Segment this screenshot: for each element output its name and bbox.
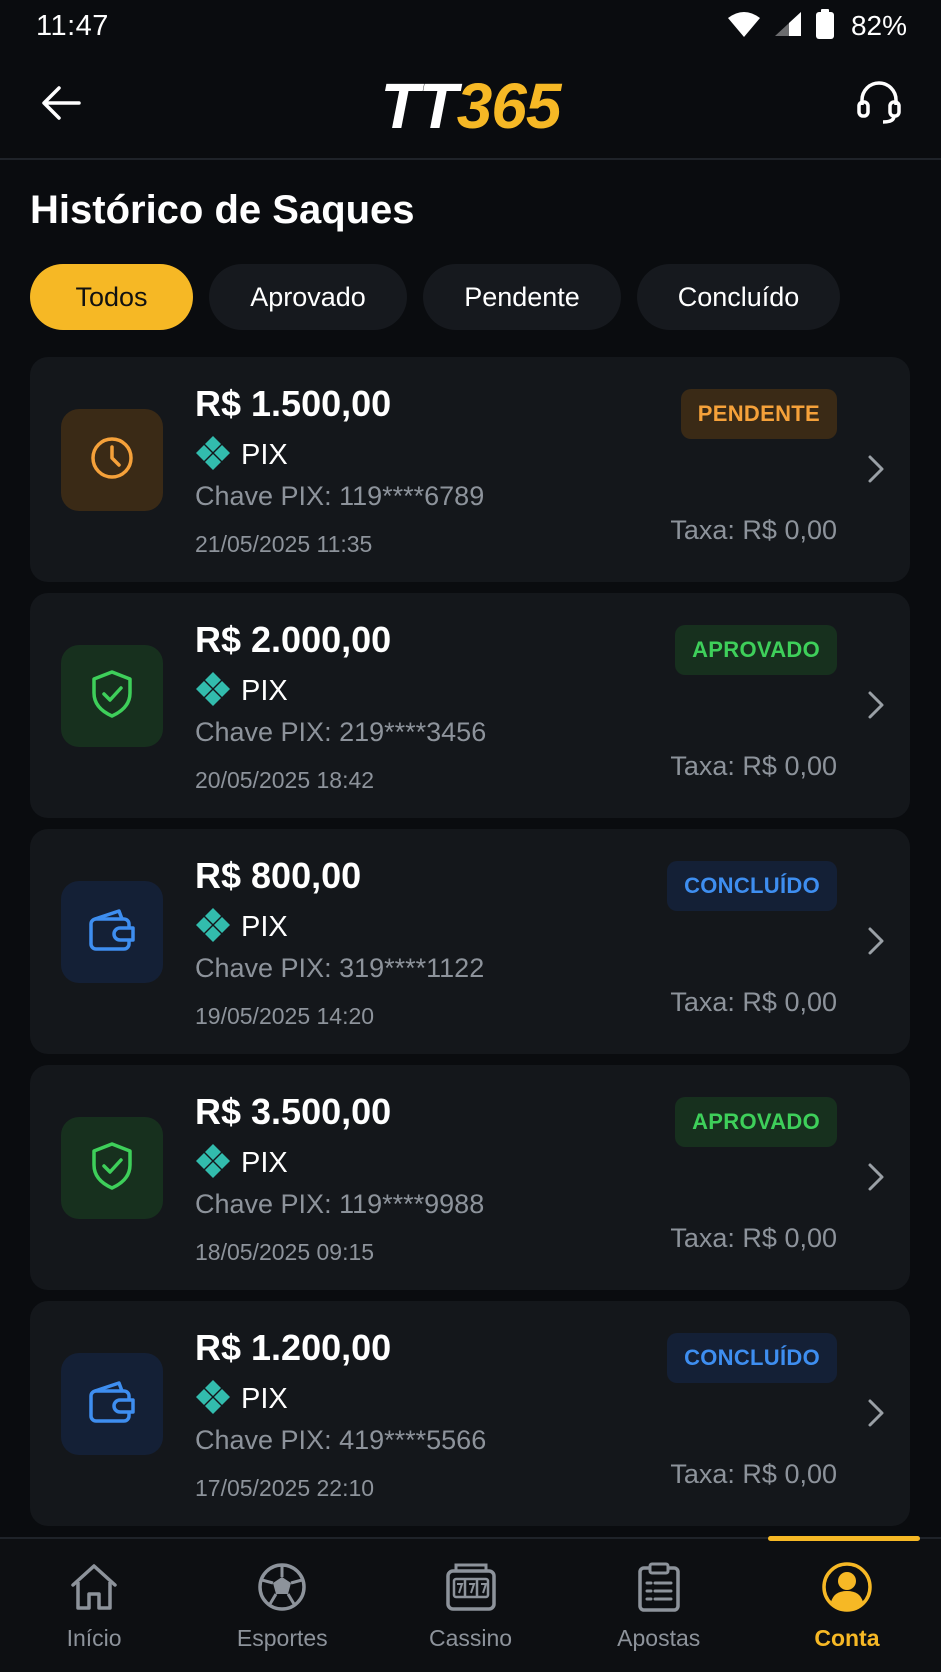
app-header: TT365 xyxy=(0,52,941,160)
withdrawal-amount: R$ 1.200,00 xyxy=(195,1327,392,1368)
nav-item-conta[interactable]: Conta xyxy=(753,1539,941,1672)
payment-method-label: PIX xyxy=(241,1147,288,1179)
pix-icon xyxy=(195,1379,231,1420)
payment-method: PIX xyxy=(195,435,288,476)
pix-key: Chave PIX: 119****6789 xyxy=(195,481,485,511)
withdrawal-fee: Taxa: R$ 0,00 xyxy=(670,1223,837,1253)
chevron-right-icon xyxy=(864,1159,888,1195)
pix-icon xyxy=(195,435,231,476)
withdrawal-fee: Taxa: R$ 0,00 xyxy=(670,1459,837,1489)
status-icons: 82% xyxy=(727,8,907,44)
chevron-right-icon xyxy=(864,923,888,959)
battery-icon xyxy=(815,8,835,44)
wallet-icon xyxy=(87,1379,137,1430)
payment-method-label: PIX xyxy=(241,675,288,707)
payment-method: PIX xyxy=(195,1143,288,1184)
nav-label: Conta xyxy=(814,1625,880,1651)
clock-icon xyxy=(88,434,136,487)
brand-logo: TT365 xyxy=(0,72,941,140)
pix-key: Chave PIX: 319****1122 xyxy=(195,953,485,983)
active-tab-indicator xyxy=(768,1536,920,1541)
withdrawal-fee: Taxa: R$ 0,00 xyxy=(670,751,837,781)
filter-tab-concluido[interactable]: Concluído xyxy=(637,264,840,330)
withdrawal-amount: R$ 1.500,00 xyxy=(195,383,392,424)
filter-tabs: Todos Aprovado Pendente Concluído xyxy=(30,264,840,330)
soccer-ball-icon xyxy=(254,1559,310,1615)
status-badge: CONCLUÍDO xyxy=(667,1333,837,1383)
pix-key: Chave PIX: 419****5566 xyxy=(195,1425,487,1455)
status-icon-box xyxy=(61,1117,163,1219)
wifi-icon xyxy=(727,10,761,43)
status-time: 11:47 xyxy=(36,9,109,42)
withdrawal-amount: R$ 3.500,00 xyxy=(195,1091,392,1132)
withdrawal-date: 20/05/2025 18:42 xyxy=(195,767,375,793)
nav-item-apostas[interactable]: Apostas xyxy=(565,1539,753,1672)
withdrawal-list: R$ 1.500,00 PIX Chave PIX: 119****6789 2… xyxy=(30,357,910,1537)
chevron-right-icon xyxy=(864,1395,888,1431)
payment-method: PIX xyxy=(195,1379,288,1420)
nav-label: Início xyxy=(66,1625,122,1651)
user-icon xyxy=(819,1559,875,1615)
status-icon-box xyxy=(61,645,163,747)
withdrawal-card[interactable]: R$ 1.200,00 PIX Chave PIX: 419****5566 1… xyxy=(30,1301,910,1526)
slot-machine-icon xyxy=(443,1559,499,1615)
withdrawal-fee: Taxa: R$ 0,00 xyxy=(670,515,837,545)
withdrawal-card[interactable]: R$ 2.000,00 PIX Chave PIX: 219****3456 2… xyxy=(30,593,910,818)
withdrawal-card[interactable]: R$ 3.500,00 PIX Chave PIX: 119****9988 1… xyxy=(30,1065,910,1290)
headset-icon xyxy=(856,79,902,130)
nav-item-inicio[interactable]: Início xyxy=(0,1539,188,1672)
withdrawal-date: 21/05/2025 11:35 xyxy=(195,531,373,557)
withdrawal-card[interactable]: R$ 1.500,00 PIX Chave PIX: 119****6789 2… xyxy=(30,357,910,582)
pix-icon xyxy=(195,671,231,712)
payment-method: PIX xyxy=(195,671,288,712)
chevron-right-icon xyxy=(864,687,888,723)
logo-text-365: 365 xyxy=(456,70,562,142)
battery-percent: 82% xyxy=(850,10,907,41)
withdrawal-amount: R$ 800,00 xyxy=(195,855,362,896)
shield-check-icon xyxy=(88,669,136,724)
bottom-nav: Início Esportes Cassino Apostas Conta xyxy=(0,1536,941,1672)
status-badge: CONCLUÍDO xyxy=(667,861,837,911)
status-badge: PENDENTE xyxy=(680,389,837,439)
withdrawal-fee: Taxa: R$ 0,00 xyxy=(670,987,837,1017)
pix-key: Chave PIX: 219****3456 xyxy=(195,717,487,747)
filter-tab-pendente[interactable]: Pendente xyxy=(423,264,621,330)
pix-icon xyxy=(195,1143,231,1184)
withdrawal-amount: R$ 2.000,00 xyxy=(195,619,392,660)
status-icon-box xyxy=(61,1353,163,1455)
page-title: Histórico de Saques xyxy=(30,188,415,232)
filter-tab-aprovado[interactable]: Aprovado xyxy=(209,264,407,330)
wallet-icon xyxy=(87,907,137,958)
home-icon xyxy=(66,1559,122,1615)
withdrawal-date: 17/05/2025 22:10 xyxy=(195,1475,375,1501)
support-button[interactable] xyxy=(853,78,905,130)
signal-icon xyxy=(773,10,803,43)
status-badge: APROVADO xyxy=(675,1097,837,1147)
nav-label: Esportes xyxy=(236,1625,328,1651)
payment-method: PIX xyxy=(195,907,288,948)
logo-text-tt: TT xyxy=(380,70,458,142)
filter-tab-todos[interactable]: Todos xyxy=(30,264,193,330)
nav-label: Apostas xyxy=(617,1625,701,1651)
nav-label: Cassino xyxy=(428,1625,513,1651)
pix-key: Chave PIX: 119****9988 xyxy=(195,1189,485,1219)
nav-item-cassino[interactable]: Cassino xyxy=(376,1539,564,1672)
withdrawal-date: 19/05/2025 14:20 xyxy=(195,1003,375,1029)
nav-item-esportes[interactable]: Esportes xyxy=(188,1539,376,1672)
status-icon-box xyxy=(61,409,163,511)
status-badge: APROVADO xyxy=(675,625,837,675)
payment-method-label: PIX xyxy=(241,911,288,943)
status-icon-box xyxy=(61,881,163,983)
clipboard-icon xyxy=(631,1559,687,1615)
chevron-right-icon xyxy=(864,451,888,487)
shield-check-icon xyxy=(88,1141,136,1196)
withdrawal-date: 18/05/2025 09:15 xyxy=(195,1239,375,1265)
status-bar: 11:47 82% xyxy=(0,0,941,52)
withdrawal-card[interactable]: R$ 800,00 PIX Chave PIX: 319****1122 19/… xyxy=(30,829,910,1054)
payment-method-label: PIX xyxy=(241,1383,288,1415)
pix-icon xyxy=(195,907,231,948)
payment-method-label: PIX xyxy=(241,439,288,471)
